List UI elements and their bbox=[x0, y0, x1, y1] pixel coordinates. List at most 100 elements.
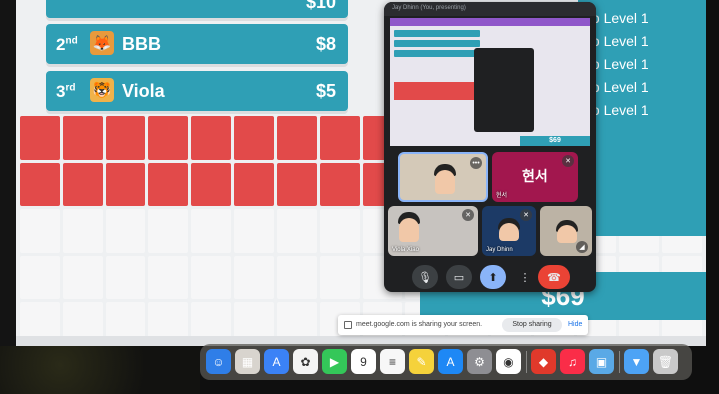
leaderboard-prize: $5 bbox=[315, 81, 336, 101]
more-options-button[interactable]: ⋮ bbox=[519, 265, 531, 289]
dock-separator bbox=[619, 351, 620, 373]
leaderboard-prize: $10 bbox=[305, 0, 336, 12]
hide-button[interactable]: Hide bbox=[568, 321, 582, 328]
grid-cell bbox=[105, 255, 146, 300]
grid-cell bbox=[191, 116, 232, 160]
meet-pip-window[interactable]: Jay Dhinn (You, presenting) $69 ••• 현서 현… bbox=[384, 2, 596, 292]
leaderboard-row-3rd: 3rd 🐯 Viola $5 bbox=[46, 71, 348, 111]
dock-separator bbox=[526, 351, 527, 373]
leaderboard-name: Viola bbox=[122, 81, 165, 101]
present-button[interactable]: ⬆ bbox=[480, 265, 506, 289]
presentation-header bbox=[390, 18, 590, 26]
grid-cell bbox=[148, 255, 189, 300]
leaderboard-rank: 3rd bbox=[56, 82, 76, 101]
share-screen-icon bbox=[344, 321, 352, 329]
grid-cell bbox=[20, 209, 60, 253]
participant-face bbox=[499, 223, 519, 241]
more-vert-icon: ⋮ bbox=[519, 271, 531, 284]
participant-face bbox=[435, 170, 455, 194]
app-store-alt-icon[interactable]: A bbox=[264, 349, 289, 374]
photos-icon[interactable]: ✿ bbox=[293, 349, 318, 374]
grid-cell bbox=[148, 162, 189, 207]
microphone-button[interactable]: 🎙 bbox=[412, 265, 438, 289]
notes-icon[interactable]: ✎ bbox=[409, 349, 434, 374]
downloads-icon[interactable]: ▼ bbox=[624, 349, 649, 374]
present-icon: ⬆ bbox=[488, 271, 498, 284]
participant-label: Jay Dhinn bbox=[486, 247, 513, 253]
presentation-price: $69 bbox=[520, 136, 590, 146]
leaderboard-row-1st: $10 bbox=[46, 0, 348, 18]
grid-cell bbox=[234, 255, 274, 300]
facetime-icon[interactable]: ▶ bbox=[322, 349, 347, 374]
grid-cell bbox=[191, 255, 232, 300]
participant-face bbox=[557, 225, 577, 243]
level-text: to Level 1 bbox=[588, 79, 649, 95]
grid-cell bbox=[234, 162, 274, 207]
grid-cell bbox=[148, 209, 189, 253]
grid-cell bbox=[234, 116, 274, 160]
grid-cell bbox=[105, 162, 146, 207]
grid-cell bbox=[319, 255, 360, 300]
grid-cell bbox=[319, 209, 360, 253]
camera-button[interactable]: ▭ bbox=[446, 265, 472, 289]
participant-face bbox=[399, 218, 419, 242]
reminders-icon[interactable]: ≡ bbox=[380, 349, 405, 374]
screen-share-notification: meet.google.com is sharing your screen. … bbox=[338, 315, 588, 335]
participant-label: Viola Xiao bbox=[392, 247, 419, 253]
presentation-preview[interactable]: $69 bbox=[390, 18, 590, 146]
finder-icon[interactable]: ☺ bbox=[206, 349, 231, 374]
video-app-icon[interactable]: ◆ bbox=[531, 349, 556, 374]
camera-icon: ▭ bbox=[453, 271, 465, 284]
muted-mic-icon: ✕ bbox=[520, 209, 532, 221]
participant-tile[interactable]: Jay Dhinn ✕ bbox=[482, 206, 536, 256]
leaderboard-row-2nd: 2nd 🦊 BBB $8 bbox=[46, 24, 348, 64]
more-options-icon[interactable]: ••• bbox=[470, 157, 482, 169]
calendar-icon[interactable]: 9 bbox=[351, 349, 376, 374]
share-message: meet.google.com is sharing your screen. bbox=[356, 321, 483, 328]
grid-cell bbox=[276, 255, 317, 300]
launchpad-icon[interactable]: ▦ bbox=[235, 349, 260, 374]
grid-cell bbox=[276, 116, 317, 160]
tiger-icon: 🐯 bbox=[90, 78, 114, 102]
leaderboard-rank: 2nd bbox=[56, 35, 78, 54]
participant-tile[interactable]: ••• bbox=[398, 152, 488, 202]
app-store-icon[interactable]: A bbox=[438, 349, 463, 374]
participant-label: 현서 bbox=[496, 193, 508, 199]
screen-bezel bbox=[0, 0, 16, 394]
grid-cell bbox=[105, 209, 146, 253]
presentation-row bbox=[394, 40, 480, 47]
pin-icon[interactable]: ◢ bbox=[576, 241, 588, 253]
grid-cell bbox=[148, 116, 189, 160]
music-icon[interactable]: ♫ bbox=[560, 349, 585, 374]
presentation-row bbox=[394, 50, 480, 57]
participant-tile[interactable]: 현서 현서 ✕ bbox=[492, 152, 578, 202]
grid-cell bbox=[319, 116, 360, 160]
trash-icon[interactable]: 🗑 bbox=[653, 349, 678, 374]
presentation-grid bbox=[394, 82, 474, 100]
grid-cell bbox=[62, 162, 103, 207]
muted-mic-icon: ✕ bbox=[462, 209, 474, 221]
presentation-row bbox=[394, 30, 480, 37]
stop-sharing-button[interactable]: Stop sharing bbox=[502, 318, 562, 332]
grid-cell bbox=[20, 255, 60, 300]
level-text: to Level 1 bbox=[588, 10, 649, 26]
grid-cell bbox=[105, 116, 146, 160]
macos-dock: ☺ ▦ A ✿ ▶ 9 ≡ ✎ A ⚙ ◉ ◆ ♫ ▣ ▼ 🗑 bbox=[200, 344, 692, 380]
participant-tile[interactable]: Viola Xiao ✕ bbox=[388, 206, 478, 256]
meet-controls: 🎙 ▭ ⬆ ⋮ ☎ bbox=[384, 262, 596, 292]
leaderboard-name: BBB bbox=[122, 34, 161, 54]
end-call-button[interactable]: ☎ bbox=[538, 265, 570, 289]
participant-tile[interactable]: ◢ bbox=[540, 206, 592, 256]
grid-cell bbox=[62, 255, 103, 300]
settings-icon[interactable]: ⚙ bbox=[467, 349, 492, 374]
fox-icon: 🦊 bbox=[90, 31, 114, 55]
grid-cell bbox=[191, 209, 232, 253]
grid-cell bbox=[20, 116, 60, 160]
preview-icon[interactable]: ▣ bbox=[589, 349, 614, 374]
participant-name-display: 현서 bbox=[522, 168, 548, 184]
grid-cell bbox=[191, 162, 232, 207]
leaderboard-prize: $8 bbox=[315, 34, 336, 54]
chrome-icon[interactable]: ◉ bbox=[496, 349, 521, 374]
laptop-screen: $10 2nd 🦊 BBB $8 3rd 🐯 Viola $5 to Level… bbox=[16, 0, 706, 346]
presentation-nested-window bbox=[474, 48, 534, 132]
